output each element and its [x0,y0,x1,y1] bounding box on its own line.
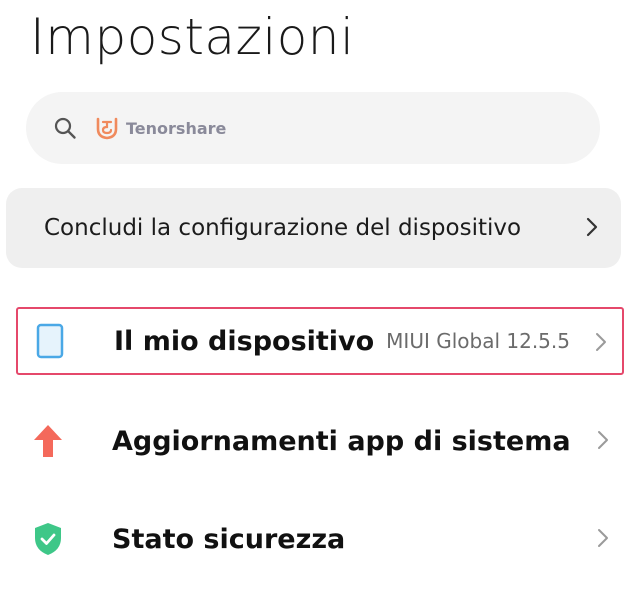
search-icon [52,115,78,141]
watermark-logo: Tenorshare [94,115,226,141]
chevron-right-icon [596,429,610,456]
device-icon [34,323,66,359]
search-bar[interactable]: Tenorshare [26,92,600,164]
setup-banner-label: Concludi la configurazione del dispositi… [44,215,522,241]
menu-item-label: Aggiornamenti app di sistema [112,425,571,457]
menu-item-my-device[interactable]: Il mio dispositivo MIUI Global 12.5.5 [16,307,624,375]
arrow-up-icon [32,423,64,459]
miui-version-value: MIUI Global 12.5.5 [386,329,570,353]
menu-item-label: Il mio dispositivo [114,325,375,357]
shield-check-icon [32,521,64,557]
menu-item-label: Stato sicurezza [112,523,346,555]
setup-banner[interactable]: Concludi la configurazione del dispositi… [6,188,621,268]
page-title: Impostazioni [30,8,355,66]
menu-item-security-status[interactable]: Stato sicurezza [16,505,624,573]
tenorshare-logo-icon [96,117,118,140]
chevron-right-icon [594,331,608,358]
menu-item-system-app-updates[interactable]: Aggiornamenti app di sistema [16,407,624,475]
watermark-text: Tenorshare [126,118,227,138]
chevron-right-icon [596,527,610,554]
chevron-right-icon [585,216,599,243]
